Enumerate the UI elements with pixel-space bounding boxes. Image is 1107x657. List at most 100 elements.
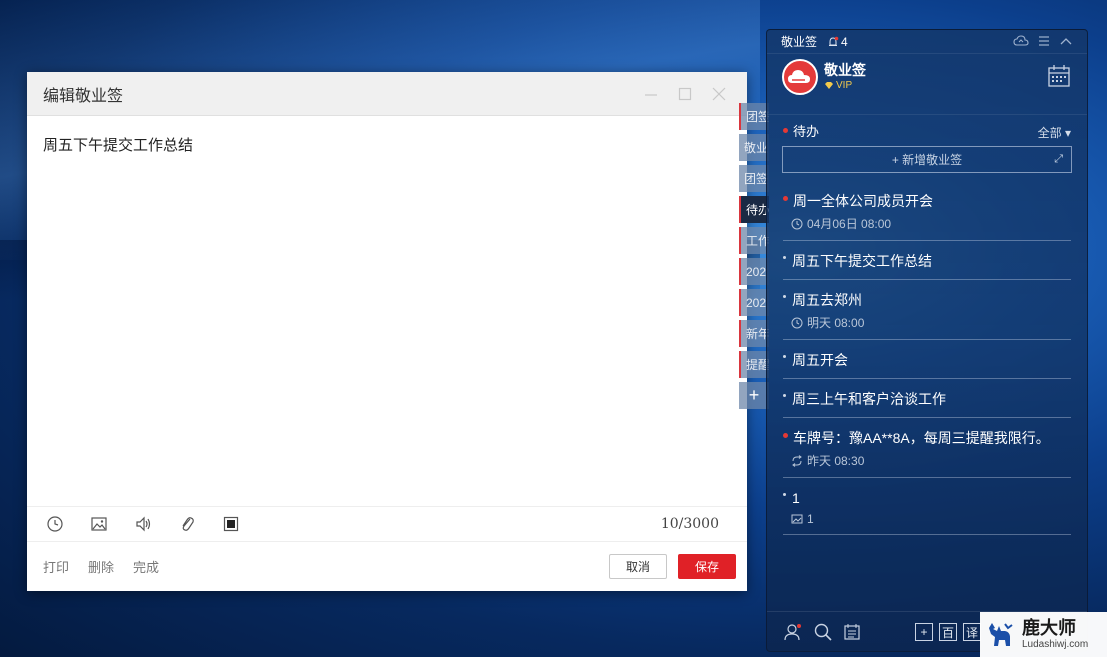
clock-icon[interactable] [45,514,65,534]
bullet-dot [783,355,786,358]
note-text: 车牌号：豫AA**8A，每周三提醒我限行。 [793,430,1050,446]
note-meta: 昨天 08:30 [791,452,1071,469]
editor-titlebar[interactable]: 编辑敬业签 [27,72,747,116]
list-item[interactable]: 周五下午提交工作总结 [783,241,1071,280]
panel-top-icons [1013,34,1073,48]
list-item[interactable]: 车牌号：豫AA**8A，每周三提醒我限行。 昨天 08:30 [783,418,1071,478]
note-text: 周三上午和客户洽谈工作 [792,391,946,407]
side-tab-jingye[interactable]: 敬业 [739,134,769,161]
editor-title: 编辑敬业签 [43,87,124,105]
side-tab-reminder[interactable]: 提醒 [739,351,769,378]
note-content-text: 周五下午提交工作总结 [43,137,194,154]
list-item[interactable]: 周一全体公司成员开会 04月06日 08:00 [783,181,1071,241]
side-tab-2020-b[interactable]: 202 [739,289,769,316]
app-logo[interactable] [782,59,818,95]
cloud-sync-icon[interactable] [1013,34,1029,48]
side-tab-2020-a[interactable]: 202 [739,258,769,285]
search-icon[interactable] [813,622,833,642]
list-item[interactable]: 周三上午和客户洽谈工作 [783,379,1071,418]
maximize-icon[interactable] [675,84,695,104]
side-tab-team-2[interactable]: 团签 [739,165,769,192]
bullet-dot [783,295,786,298]
unread-dot [783,128,788,133]
menu-icon[interactable] [1037,34,1051,48]
cancel-button[interactable]: 取消 [609,554,667,579]
notes-list-icon[interactable] [843,623,861,641]
side-tab-todo[interactable]: 待办 [739,196,769,223]
vip-badge: VIP [824,80,852,91]
new-note-placeholder: + 新增敬业签 [891,153,963,167]
unread-dot [783,196,788,201]
bullet-dot [783,256,786,259]
clock-icon [791,218,803,229]
clock-icon [791,317,803,328]
deer-logo-icon [989,622,1013,646]
save-button[interactable]: 保存 [678,554,736,579]
unread-dot [783,433,788,438]
note-content-textarea[interactable]: 周五下午提交工作总结 [27,116,747,506]
editor-toolbar: 10/3000 [27,506,747,542]
image-icon [791,514,803,524]
sticky-note-panel: 敬业签 4 敬业签 VIP 待办 全部 ▾ + 新增敬业签 ⤢ 周一全体公司成员… [766,29,1088,652]
list-item[interactable]: 周五开会 [783,340,1071,379]
baidu-button[interactable]: 百 [939,623,957,641]
delete-link[interactable]: 删除 [88,557,114,576]
side-tab-team-1[interactable]: 团签 [739,103,769,130]
diamond-icon [825,82,833,89]
vip-label: VIP [836,80,853,91]
note-meta: 04月06日 08:00 [791,215,1071,232]
reminder-time: 明天 08:00 [807,316,865,330]
note-text: 周五去郑州 [792,292,862,308]
list-item[interactable]: 周五去郑州 明天 08:00 [783,280,1071,340]
add-button[interactable]: + [915,623,933,641]
add-tab-button[interactable]: + [739,382,769,409]
bell-icon [829,36,839,46]
list-item[interactable]: 1 1 [783,478,1071,535]
char-count: 10/3000 [660,516,719,532]
panel-topbar[interactable]: 敬业签 4 [767,30,1087,54]
calendar-icon[interactable] [1047,64,1071,88]
repeat-icon [792,454,802,467]
speaker-icon[interactable] [133,514,153,534]
image-count: 1 [807,512,814,526]
note-meta: 明天 08:00 [791,314,1071,331]
watermark: 鹿大师 Ludashiwj.com [980,612,1107,657]
reminder-time: 04月06日 08:00 [807,217,892,231]
minimize-icon[interactable] [641,84,661,104]
notification-bell[interactable]: 4 [827,35,848,49]
contacts-icon[interactable] [783,622,803,642]
print-link[interactable]: 打印 [43,557,69,576]
close-icon[interactable] [709,84,729,104]
bullet-dot [783,493,786,496]
watermark-cn: 鹿大师 [1022,618,1076,639]
note-text: 周一全体公司成员开会 [793,193,933,209]
note-text: 周五下午提交工作总结 [792,253,932,269]
note-list: 周一全体公司成员开会 04月06日 08:00 周五下午提交工作总结 周五去郑州… [767,181,1087,535]
done-link[interactable]: 完成 [133,557,159,576]
attachment-icon[interactable] [177,514,197,534]
caret-down-icon: ▾ [1064,126,1071,140]
side-tab-work[interactable]: 工作 [739,227,769,254]
reminder-time: 昨天 08:30 [807,454,865,468]
category-side-tabs: 团签 敬业 团签 待办 工作 202 202 新年 提醒 + [739,103,769,409]
collapse-icon[interactable] [1059,34,1073,48]
translate-button[interactable]: 译 [963,623,981,641]
side-tab-new-year[interactable]: 新年 [739,320,769,347]
expand-icon[interactable]: ⤢ [1054,153,1063,166]
watermark-text: 鹿大师 Ludashiwj.com [1022,618,1089,651]
window-controls [641,84,729,104]
filter-dropdown[interactable]: 全部 ▾ [1038,124,1071,141]
section-title: 待办 [793,124,820,139]
watermark-en: Ludashiwj.com [1022,639,1089,650]
bell-count: 4 [841,34,848,49]
note-text: 周五开会 [792,352,848,368]
app-name: 敬业签 [824,62,866,78]
todo-section-header: 待办 全部 ▾ [767,114,1087,146]
image-icon[interactable] [89,514,109,534]
stop-icon[interactable] [221,514,241,534]
new-note-input[interactable]: + 新增敬业签 ⤢ [782,146,1072,173]
bottom-tool-buttons: + 百 译 [915,623,981,641]
panel-header: 敬业签 VIP [767,54,1087,114]
bullet-dot [783,394,786,397]
panel-app-title: 敬业签 [781,35,818,49]
